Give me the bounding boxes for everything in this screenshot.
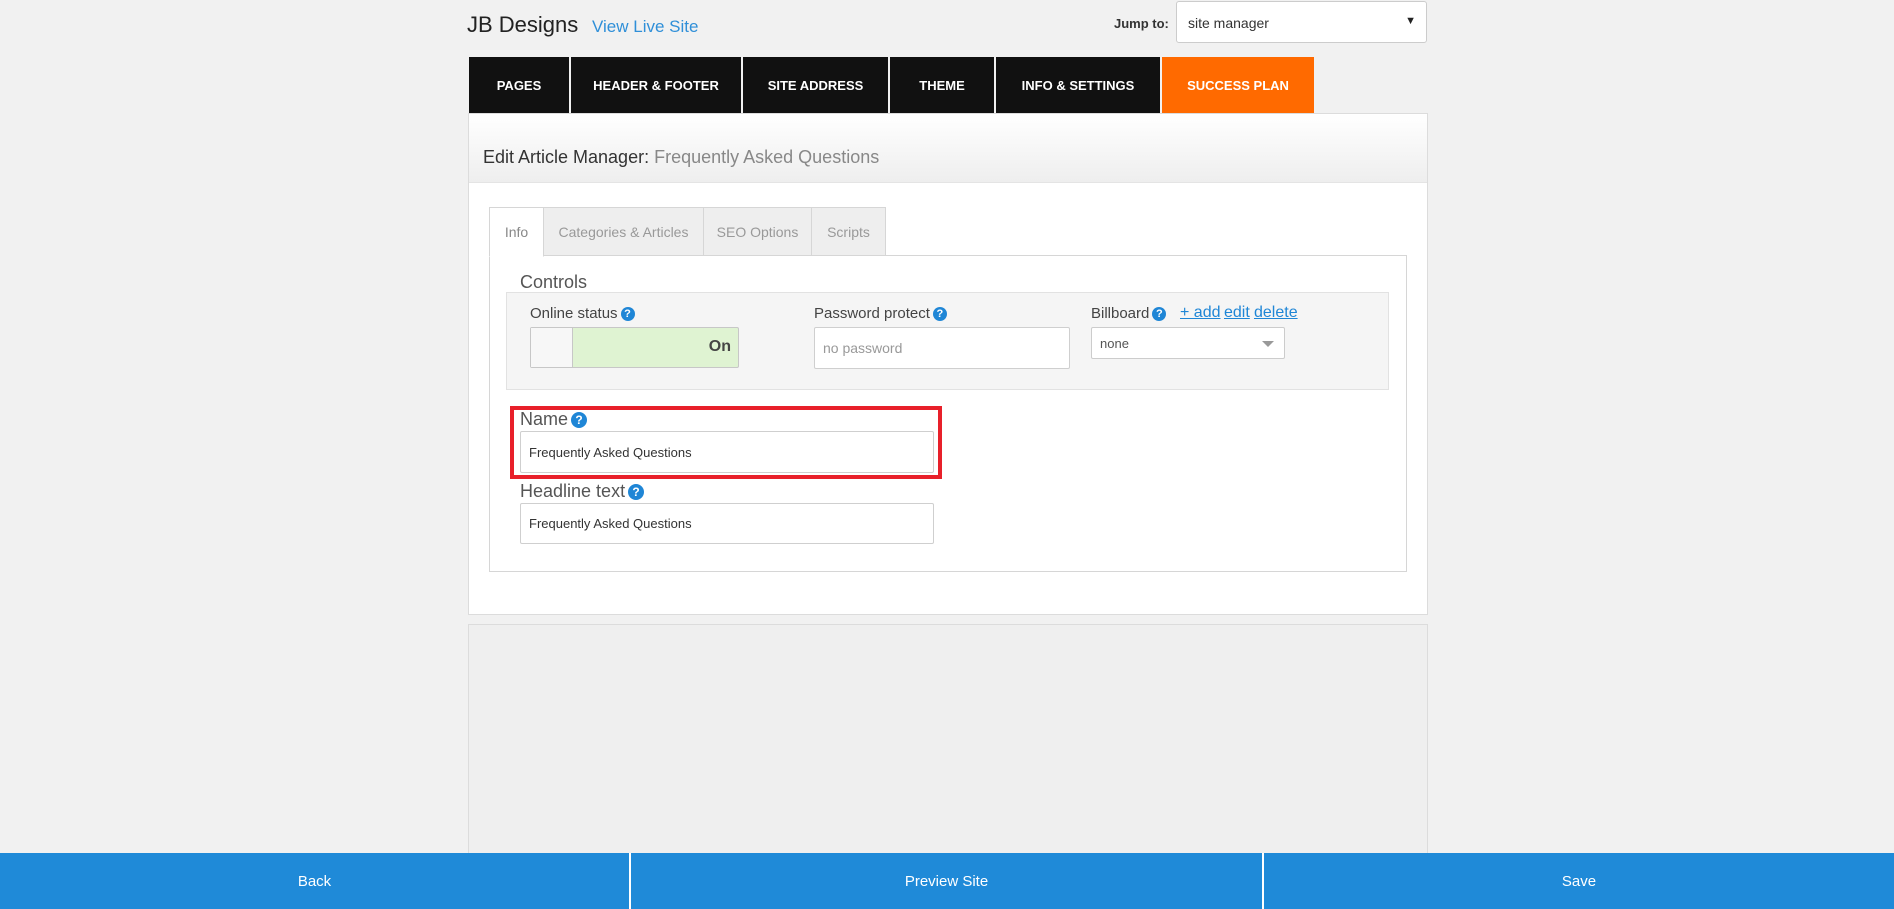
billboard-value: none bbox=[1100, 336, 1129, 351]
page-title: Edit Article Manager: Frequently Asked Q… bbox=[483, 147, 879, 168]
help-icon[interactable]: ? bbox=[1152, 307, 1167, 321]
tab-categories-articles[interactable]: Categories & Articles bbox=[543, 207, 704, 257]
view-live-site-link[interactable]: View Live Site bbox=[592, 17, 698, 37]
name-field-highlight bbox=[510, 406, 942, 479]
nav-tab-info-settings[interactable]: INFO & SETTINGS bbox=[996, 57, 1160, 113]
nav-tab-pages[interactable]: PAGES bbox=[469, 57, 569, 113]
headline-label: Headline text? bbox=[520, 481, 645, 502]
empty-section bbox=[468, 624, 1428, 854]
main-nav: PAGES HEADER & FOOTER SITE ADDRESS THEME… bbox=[469, 57, 1316, 113]
billboard-delete-link[interactable]: delete bbox=[1254, 304, 1298, 322]
help-icon[interactable]: ? bbox=[620, 307, 635, 321]
jump-to-label: Jump to: bbox=[1114, 16, 1169, 31]
billboard-edit-link[interactable]: edit bbox=[1224, 304, 1250, 322]
password-input[interactable] bbox=[814, 327, 1070, 369]
help-icon[interactable]: ? bbox=[628, 484, 645, 500]
nav-tab-theme[interactable]: THEME bbox=[890, 57, 994, 113]
headline-input[interactable] bbox=[520, 503, 934, 544]
online-status-label: Online status? bbox=[530, 305, 635, 322]
chevron-down-icon bbox=[1262, 341, 1274, 347]
toggle-knob bbox=[531, 328, 573, 367]
tab-seo-options[interactable]: SEO Options bbox=[703, 207, 812, 257]
save-button[interactable]: Save bbox=[1264, 853, 1894, 909]
page-title-main: Edit Article Manager: bbox=[483, 147, 650, 167]
password-protect-label: Password protect? bbox=[814, 305, 947, 322]
site-brand: JB Designs bbox=[467, 12, 579, 37]
nav-tab-site-address[interactable]: SITE ADDRESS bbox=[743, 57, 888, 113]
jump-to-select[interactable]: site manager ▼ bbox=[1176, 1, 1427, 43]
page-title-sub: Frequently Asked Questions bbox=[654, 147, 880, 167]
online-status-toggle[interactable]: On bbox=[530, 327, 739, 368]
billboard-add-link[interactable]: + add bbox=[1180, 304, 1220, 322]
nav-tab-success-plan[interactable]: SUCCESS PLAN bbox=[1162, 57, 1314, 113]
dropdown-arrow-icon: ▼ bbox=[1405, 15, 1416, 27]
nav-tab-header-footer[interactable]: HEADER & FOOTER bbox=[571, 57, 741, 113]
help-icon[interactable]: ? bbox=[932, 307, 947, 321]
controls-heading: Controls bbox=[520, 272, 588, 292]
billboard-select[interactable]: none bbox=[1091, 327, 1285, 359]
tab-info[interactable]: Info bbox=[489, 207, 544, 257]
toggle-state: On bbox=[708, 338, 731, 355]
tab-scripts[interactable]: Scripts bbox=[811, 207, 886, 257]
jump-to-value: site manager bbox=[1188, 15, 1269, 31]
footer-bar: Back Preview Site Save bbox=[0, 853, 1894, 909]
back-button[interactable]: Back bbox=[0, 853, 631, 909]
billboard-label: Billboard? bbox=[1091, 305, 1167, 322]
preview-site-button[interactable]: Preview Site bbox=[631, 853, 1264, 909]
